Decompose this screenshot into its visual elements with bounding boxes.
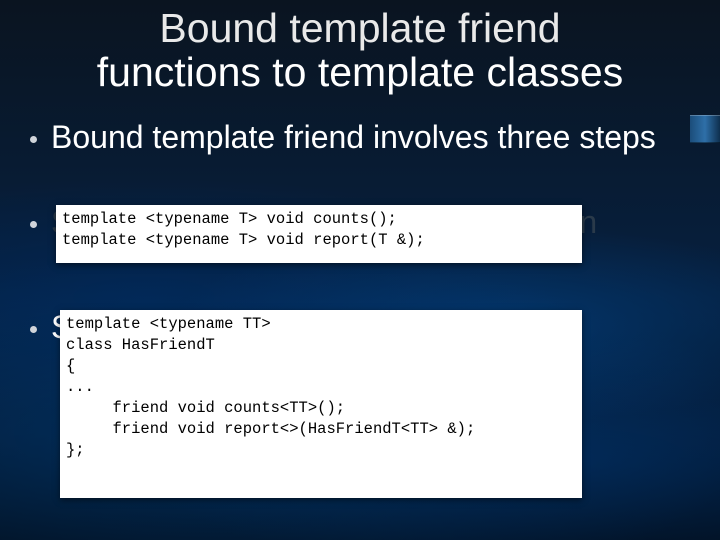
bullet-list: Bound template friend involves three ste…	[30, 120, 690, 162]
slide-title: Bound template friend functions to templ…	[0, 6, 720, 95]
accent-bar	[690, 115, 720, 143]
code-block-1: template <typename T> void counts(); tem…	[56, 205, 582, 263]
bullet-dot-icon	[30, 221, 37, 228]
bullet-1-text: Bound template friend involves three ste…	[51, 120, 656, 156]
title-line-2: functions to template classes	[97, 49, 623, 95]
code-block-2: template <typename TT> class HasFriendT …	[60, 310, 582, 498]
bullet-dot-icon	[30, 326, 37, 333]
title-line-1: Bound template friend	[159, 5, 560, 51]
slide: Bound template friend functions to templ…	[0, 0, 720, 540]
bullet-dot-icon	[30, 136, 37, 143]
bullet-1: Bound template friend involves three ste…	[30, 120, 690, 156]
